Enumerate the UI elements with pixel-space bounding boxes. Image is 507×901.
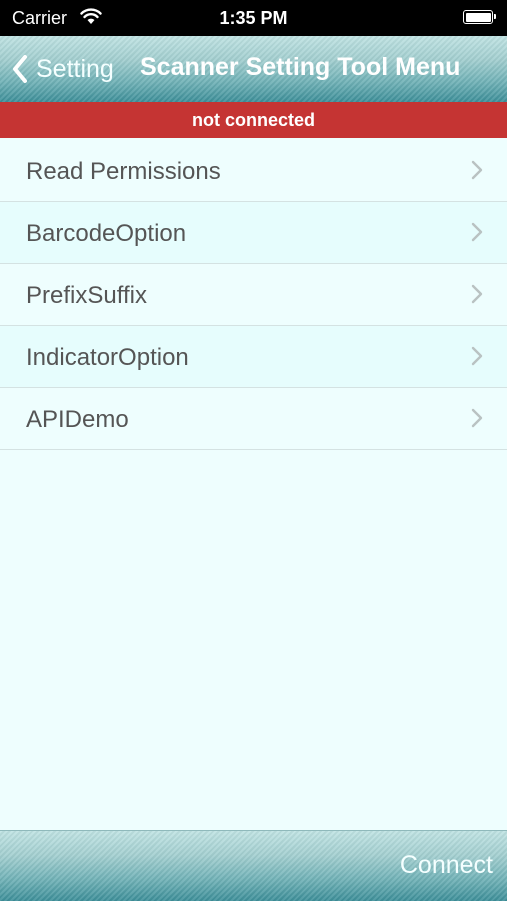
chevron-right-icon <box>471 222 483 247</box>
menu-item-label: IndicatorOption <box>26 344 189 371</box>
navigation-bar: Setting Scanner Setting Tool Menu <box>0 36 507 103</box>
clock: 1:35 PM <box>219 8 288 28</box>
back-button[interactable]: Setting <box>12 50 114 88</box>
page-title: Scanner Setting Tool Menu <box>140 53 461 81</box>
chevron-left-icon <box>12 54 28 84</box>
chevron-right-icon <box>471 284 483 309</box>
menu-item-label: BarcodeOption <box>26 220 187 247</box>
chevron-right-icon <box>471 346 483 371</box>
settings-menu-list: Read Permissions BarcodeOption PrefixSuf… <box>0 140 507 450</box>
status-bar: Carrier 1:35 PM <box>0 0 507 36</box>
menu-item-api-demo[interactable]: APIDemo <box>0 388 507 450</box>
back-button-label: Setting <box>36 54 114 83</box>
menu-item-prefix-suffix[interactable]: PrefixSuffix <box>0 264 507 326</box>
bottom-toolbar: Connect <box>0 830 507 901</box>
chevron-right-icon <box>471 160 483 185</box>
menu-item-label: APIDemo <box>26 406 129 433</box>
connect-button[interactable]: Connect <box>400 851 493 880</box>
menu-item-label: Read Permissions <box>26 158 221 185</box>
menu-item-read-permissions[interactable]: Read Permissions <box>0 140 507 202</box>
menu-item-barcode-option[interactable]: BarcodeOption <box>0 202 507 264</box>
connection-status-banner: not connected <box>0 102 507 138</box>
chevron-right-icon <box>471 408 483 433</box>
battery-full-icon <box>463 10 496 24</box>
menu-item-indicator-option[interactable]: IndicatorOption <box>0 326 507 388</box>
menu-item-label: PrefixSuffix <box>26 282 147 309</box>
